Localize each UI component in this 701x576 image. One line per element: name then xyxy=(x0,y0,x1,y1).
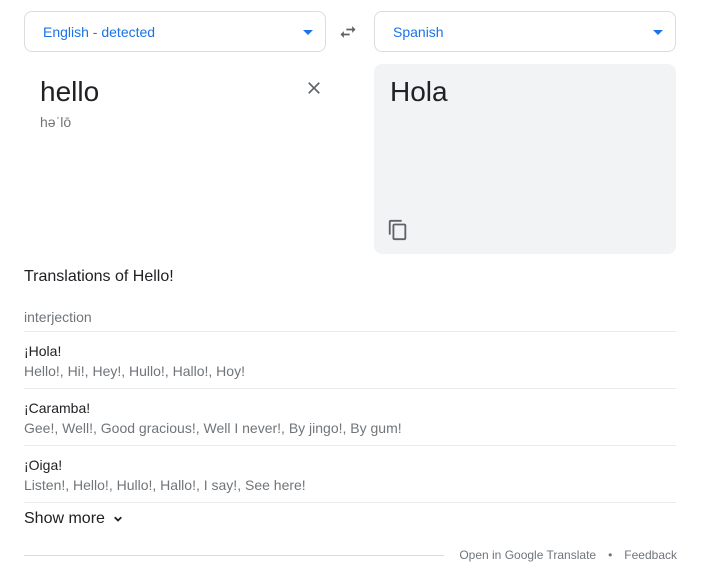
copy-translation-button[interactable] xyxy=(386,218,410,242)
caret-down-icon xyxy=(303,30,313,35)
footer-divider xyxy=(24,555,444,556)
source-phonetic: həˈlō xyxy=(40,114,72,130)
copy-icon xyxy=(388,219,407,241)
translation-entry: ¡Hola! Hello!, Hi!, Hey!, Hullo!, Hallo!… xyxy=(24,342,676,380)
translations-title: Translations of Hello! xyxy=(24,268,174,285)
target-language-select[interactable]: Spanish xyxy=(374,11,676,52)
target-panel: Hola xyxy=(374,64,676,254)
translation-synonyms: Gee!, Well!, Good gracious!, Well I neve… xyxy=(24,420,402,436)
part-of-speech-label: interjection xyxy=(24,309,92,325)
divider xyxy=(24,502,676,503)
feedback-link[interactable]: Feedback xyxy=(624,548,677,562)
translate-widget: English - detected Spanish hello həˈlō H… xyxy=(0,0,701,576)
show-more-button[interactable]: Show more xyxy=(24,510,125,528)
close-icon xyxy=(308,82,320,94)
swap-languages-button[interactable] xyxy=(336,20,360,44)
translation-synonyms: Hello!, Hi!, Hey!, Hullo!, Hallo!, Hoy! xyxy=(24,363,245,379)
footer: Open in Google Translate • Feedback xyxy=(459,548,677,562)
divider xyxy=(24,388,676,389)
footer-separator: • xyxy=(608,548,613,562)
target-text: Hola xyxy=(390,76,448,107)
divider xyxy=(24,331,676,332)
caret-down-icon xyxy=(653,30,663,35)
chevron-down-icon xyxy=(114,516,122,522)
translation-word[interactable]: ¡Oiga! xyxy=(24,456,676,474)
source-text[interactable]: hello xyxy=(40,76,99,108)
translation-synonyms: Listen!, Hello!, Hullo!, Hallo!, I say!,… xyxy=(24,477,306,493)
divider xyxy=(24,445,676,446)
target-language-label: Spanish xyxy=(393,23,444,40)
source-language-select[interactable]: English - detected xyxy=(24,11,326,52)
open-in-google-translate-link[interactable]: Open in Google Translate xyxy=(459,548,596,562)
show-more-label: Show more xyxy=(24,510,105,527)
translation-entry: ¡Caramba! Gee!, Well!, Good gracious!, W… xyxy=(24,399,676,437)
swap-arrows-icon xyxy=(340,26,356,38)
clear-source-button[interactable] xyxy=(302,76,326,100)
translation-word[interactable]: ¡Hola! xyxy=(24,342,676,360)
translation-entry: ¡Oiga! Listen!, Hello!, Hullo!, Hallo!, … xyxy=(24,456,676,494)
source-language-label: English - detected xyxy=(43,23,156,40)
source-panel: hello həˈlō xyxy=(24,64,326,254)
translation-word[interactable]: ¡Caramba! xyxy=(24,399,676,417)
